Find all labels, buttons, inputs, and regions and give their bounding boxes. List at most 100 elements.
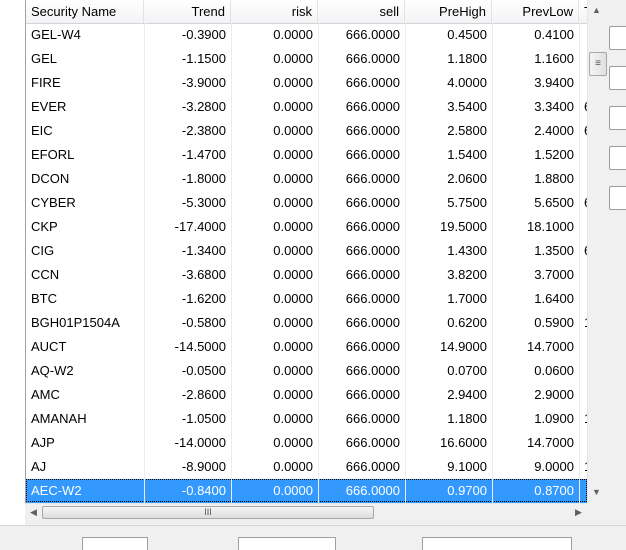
cell-security-name: AUCT <box>31 339 67 354</box>
scroll-up-arrow-icon[interactable]: ▲ <box>588 2 605 19</box>
table-row[interactable]: AJ-8.90000.0000666.00009.10009.000011 <box>26 455 588 479</box>
cell-prevlow: 1.8800 <box>534 171 574 186</box>
cell-security-name: BGH01P1504A <box>31 315 120 330</box>
cell-sell: 666.0000 <box>345 195 400 210</box>
cell-prehigh: 4.0000 <box>447 75 487 90</box>
table-row[interactable]: EVER-3.28000.0000666.00003.54003.340066 <box>26 95 588 119</box>
cell-trend: -5.3000 <box>181 195 226 210</box>
cell-prehigh: 2.9400 <box>447 387 487 402</box>
cell-prevlow: 9.0000 <box>534 459 574 474</box>
table-row[interactable]: AEC-W2 -0.8400 0.0000 666.0000 0.9700 0.8700 <box>26 479 588 503</box>
cell-prehigh: 1.5400 <box>447 147 487 162</box>
column-divider <box>579 23 580 503</box>
cell-risk: 0.0000 <box>273 291 313 306</box>
cell-sell: 666.0000 <box>345 75 400 90</box>
cell-trend: -17.4000 <box>174 219 226 234</box>
column-header-risk[interactable]: risk <box>231 0 318 23</box>
cell-prevlow: 3.3400 <box>534 99 574 114</box>
cell-risk: 0.0000 <box>273 267 313 282</box>
bottom-input-1[interactable] <box>82 537 148 550</box>
cell-prevlow: 3.7000 <box>534 267 574 282</box>
vertical-scroll-thumb[interactable]: ≡ <box>589 52 607 76</box>
cell-risk: 0.0000 <box>273 315 313 330</box>
cell-prehigh: 3.8200 <box>447 267 487 282</box>
cell-sell: 666.0000 <box>345 435 400 450</box>
cell-trend: -0.8400 <box>181 483 226 498</box>
table-row[interactable]: CKP -17.4000 0.0000 666.0000 19.5000 18.1000 <box>26 215 588 239</box>
cell-sell: 666.0000 <box>345 147 400 162</box>
cell-prehigh: 16.6000 <box>440 435 487 450</box>
cell-security-name: AMANAH <box>31 411 87 426</box>
cell-risk: 0.0000 <box>273 195 313 210</box>
cell-security-name: BTC <box>31 291 57 306</box>
column-divider <box>144 23 145 503</box>
cell-trend: -0.5800 <box>181 315 226 330</box>
cell-security-name: AMC <box>31 387 60 402</box>
table-row[interactable]: CIG-1.34000.0000666.00001.43001.350066 <box>26 239 588 263</box>
bottom-input-3[interactable] <box>422 537 572 550</box>
cell-trend: -1.3400 <box>181 243 226 258</box>
cell-security-name: CYBER <box>31 195 76 210</box>
scroll-right-arrow-icon[interactable]: ▶ <box>570 504 587 521</box>
cell-prehigh: 2.5800 <box>447 123 487 138</box>
bottom-input-2[interactable] <box>238 537 336 550</box>
cell-trend: -0.3900 <box>181 27 226 42</box>
column-header-security-name[interactable]: Security Name <box>26 0 144 23</box>
cell-trend: -3.2800 <box>181 99 226 114</box>
column-header-prehigh[interactable]: PreHigh <box>405 0 492 23</box>
securities-grid[interactable]: Security Name Trend risk sell PreHigh PrevLow… <box>25 0 588 503</box>
scroll-left-arrow-icon[interactable]: ◀ <box>25 504 42 521</box>
cell-risk: 0.0000 <box>273 339 313 354</box>
table-row[interactable]: AQ-W2 -0.0500 0.0000 666.0000 0.0700 0.0600 <box>26 359 588 383</box>
table-row[interactable]: GEL-W4 -0.3900 0.0000 666.0000 0.4500 0.4100 <box>26 23 588 47</box>
cell-prehigh: 0.0700 <box>447 363 487 378</box>
cell-prehigh: 0.4500 <box>447 27 487 42</box>
horizontal-scrollbar[interactable]: ◀ III ▶ <box>25 503 587 521</box>
cell-sell: 666.0000 <box>345 363 400 378</box>
side-button-1[interactable] <box>609 26 626 50</box>
cell-security-name: AJP <box>31 435 55 450</box>
cell-prevlow: 0.4100 <box>534 27 574 42</box>
side-button-4[interactable] <box>609 146 626 170</box>
grip-icon: III <box>204 507 212 517</box>
table-row[interactable]: BTC -1.6200 0.0000 666.0000 1.7000 1.6400 <box>26 287 588 311</box>
column-header-sell[interactable]: sell <box>318 0 405 23</box>
table-row[interactable]: CYBER-5.30000.0000666.00005.75005.650066 <box>26 191 588 215</box>
side-button-3[interactable] <box>609 106 626 130</box>
cell-security-name: GEL-W4 <box>31 27 81 42</box>
cell-trend: -1.0500 <box>181 411 226 426</box>
cell-prehigh: 1.4300 <box>447 243 487 258</box>
table-row[interactable]: EFORL -1.4700 0.0000 666.0000 1.5400 1.5200 <box>26 143 588 167</box>
column-divider <box>318 23 319 503</box>
column-header-prevlow[interactable]: PrevLow <box>492 0 579 23</box>
scroll-down-arrow-icon[interactable]: ▼ <box>588 484 605 501</box>
table-row[interactable]: DCON -1.8000 0.0000 666.0000 2.0600 1.8800 <box>26 167 588 191</box>
horizontal-scroll-thumb[interactable]: III <box>42 506 374 519</box>
table-row[interactable]: EIC-2.38000.0000666.00002.58002.400066 <box>26 119 588 143</box>
cell-trend: -3.9000 <box>181 75 226 90</box>
side-button-5[interactable] <box>609 186 626 210</box>
cell-risk: 0.0000 <box>273 27 313 42</box>
column-divider <box>231 23 232 503</box>
cell-security-name: EVER <box>31 99 67 114</box>
table-row[interactable]: GEL -1.1500 0.0000 666.0000 1.1800 1.1600 <box>26 47 588 71</box>
cell-sell: 666.0000 <box>345 459 400 474</box>
cell-prehigh: 5.7500 <box>447 195 487 210</box>
cell-risk: 0.0000 <box>273 459 313 474</box>
cell-security-name: FIRE <box>31 75 61 90</box>
cell-prevlow: 5.6500 <box>534 195 574 210</box>
table-row[interactable]: BGH01P1504A -0.5800 0.0000 666.0000 0.6200 0.… <box>26 311 588 335</box>
cell-sell: 666.0000 <box>345 291 400 306</box>
side-button-2[interactable] <box>609 66 626 90</box>
table-row[interactable]: AMC -2.8600 0.0000 666.0000 2.9400 2.9000 <box>26 383 588 407</box>
cell-risk: 0.0000 <box>273 171 313 186</box>
column-header-trend[interactable]: Trend <box>144 0 231 23</box>
table-row[interactable]: AUCT -14.5000 0.0000 666.0000 14.9000 14.7000 <box>26 335 588 359</box>
cell-risk: 0.0000 <box>273 99 313 114</box>
table-row[interactable]: CCN -3.6800 0.0000 666.0000 3.8200 3.7000 <box>26 263 588 287</box>
cell-trend: -14.5000 <box>174 339 226 354</box>
table-row[interactable]: AJP -14.0000 0.0000 666.0000 16.6000 14.7000 <box>26 431 588 455</box>
table-row[interactable]: AMANAH-1.05000.0000666.00001.18001.09001… <box>26 407 588 431</box>
cell-risk: 0.0000 <box>273 435 313 450</box>
table-row[interactable]: FIRE -3.9000 0.0000 666.0000 4.0000 3.9400 <box>26 71 588 95</box>
